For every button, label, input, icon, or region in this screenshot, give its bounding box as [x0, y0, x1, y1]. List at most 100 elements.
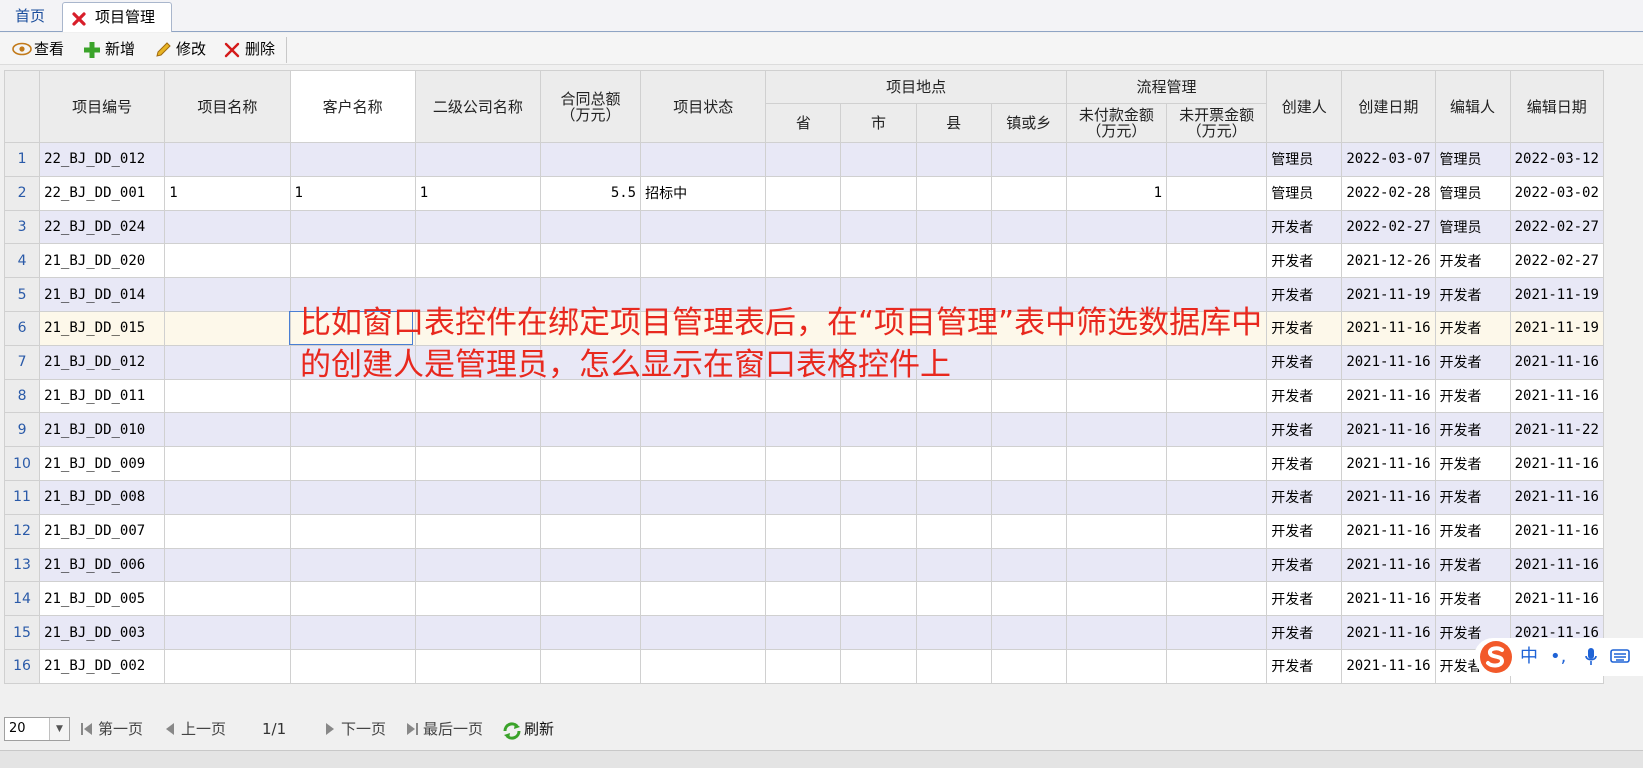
cell-editor[interactable]: 开发者: [1434, 547, 1511, 583]
cell-created-date[interactable]: 2021-11-16: [1341, 581, 1436, 617]
header-uninvoiced[interactable]: 未开票金额 （万元）: [1166, 103, 1268, 143]
cell-creator[interactable]: 开发者: [1266, 378, 1343, 414]
tab-project-management[interactable]: 项目管理: [62, 2, 172, 32]
cell-project-status[interactable]: [640, 243, 767, 279]
cell-town[interactable]: [990, 615, 1067, 650]
table-row[interactable]: 16 21_BJ_DD_002 开发者 2021-11-16 开发者: [3, 648, 1605, 684]
cell-province[interactable]: [765, 243, 842, 279]
cell-unpaid[interactable]: [1065, 412, 1168, 448]
next-page-button[interactable]: 下一页: [323, 720, 386, 738]
cell-county[interactable]: [915, 648, 992, 684]
cell-editor[interactable]: 开发者: [1434, 310, 1511, 346]
cell-province[interactable]: [765, 513, 842, 549]
cell-creator[interactable]: 管理员: [1266, 142, 1343, 177]
header-county[interactable]: 县: [915, 103, 992, 143]
cell-project-status[interactable]: [640, 209, 767, 245]
cell-town[interactable]: [990, 547, 1067, 583]
cell-uninvoiced[interactable]: [1166, 581, 1268, 617]
cell-uninvoiced[interactable]: [1166, 209, 1268, 245]
cell-project-no[interactable]: 21_BJ_DD_002: [39, 648, 166, 684]
header-project-no[interactable]: 项目编号: [39, 70, 166, 143]
header-unpaid[interactable]: 未付款金额 （万元）: [1065, 103, 1168, 143]
cell-edited-date[interactable]: 2021-11-16: [1509, 581, 1605, 617]
header-customer-name[interactable]: 客户名称: [289, 70, 416, 143]
row-number[interactable]: 14: [3, 581, 41, 617]
cell-project-status[interactable]: [640, 142, 767, 177]
cell-project-name[interactable]: [164, 479, 291, 515]
cell-sub-company[interactable]: [414, 513, 541, 549]
cell-city[interactable]: [840, 648, 917, 684]
cell-customer-name[interactable]: [289, 648, 416, 684]
cell-customer-name[interactable]: [289, 547, 416, 583]
cell-created-date[interactable]: 2022-02-28: [1341, 175, 1436, 211]
cell-province[interactable]: [765, 446, 842, 481]
cell-editor[interactable]: 开发者: [1434, 581, 1511, 617]
cell-city[interactable]: [840, 209, 917, 245]
cell-created-date[interactable]: 2022-02-27: [1341, 209, 1436, 245]
cell-contract-total[interactable]: [539, 547, 642, 583]
header-sub-company[interactable]: 二级公司名称: [414, 70, 541, 143]
cell-sub-company[interactable]: [414, 243, 541, 279]
cell-town[interactable]: [990, 412, 1067, 448]
cell-province[interactable]: [765, 648, 842, 684]
cell-edited-date[interactable]: 2021-11-16: [1509, 547, 1605, 583]
cell-uninvoiced[interactable]: [1166, 142, 1268, 177]
cell-creator[interactable]: 开发者: [1266, 310, 1343, 346]
cell-project-no[interactable]: 21_BJ_DD_011: [39, 378, 166, 414]
cell-editor[interactable]: 开发者: [1434, 277, 1511, 312]
cell-uninvoiced[interactable]: [1166, 243, 1268, 279]
cell-customer-name[interactable]: [289, 581, 416, 617]
cell-county[interactable]: [915, 175, 992, 211]
cell-town[interactable]: [990, 243, 1067, 279]
row-number[interactable]: 16: [3, 648, 41, 684]
cell-project-name[interactable]: [164, 581, 291, 617]
cell-city[interactable]: [840, 243, 917, 279]
cell-contract-total[interactable]: [539, 412, 642, 448]
cell-county[interactable]: [915, 209, 992, 245]
cell-uninvoiced[interactable]: [1166, 648, 1268, 684]
cell-contract-total[interactable]: [539, 513, 642, 549]
cell-unpaid[interactable]: [1065, 513, 1168, 549]
cell-town[interactable]: [990, 513, 1067, 549]
refresh-button[interactable]: 刷新: [502, 720, 554, 740]
cell-project-name[interactable]: [164, 412, 291, 448]
cell-contract-total[interactable]: 5.5: [539, 175, 642, 211]
cell-creator[interactable]: 开发者: [1266, 648, 1343, 684]
cell-customer-name[interactable]: [289, 209, 416, 245]
cell-edited-date[interactable]: 2022-03-12: [1509, 142, 1605, 177]
cell-sub-company[interactable]: [414, 615, 541, 650]
cell-town[interactable]: [990, 446, 1067, 481]
cell-creator[interactable]: 开发者: [1266, 513, 1343, 549]
cell-creator[interactable]: 开发者: [1266, 209, 1343, 245]
cell-project-status[interactable]: [640, 479, 767, 515]
cell-editor[interactable]: 开发者: [1434, 412, 1511, 448]
cell-unpaid[interactable]: [1065, 547, 1168, 583]
cell-created-date[interactable]: 2021-11-16: [1341, 344, 1436, 380]
cell-edited-date[interactable]: 2021-11-16: [1509, 479, 1605, 515]
cell-creator[interactable]: 开发者: [1266, 581, 1343, 617]
cell-editor[interactable]: 开发者: [1434, 378, 1511, 414]
cell-project-no[interactable]: 21_BJ_DD_015: [39, 310, 166, 346]
row-number[interactable]: 11: [3, 479, 41, 515]
header-contract-total[interactable]: 合同总额 （万元）: [539, 70, 642, 143]
cell-unpaid[interactable]: [1065, 581, 1168, 617]
cell-project-status[interactable]: [640, 412, 767, 448]
cell-county[interactable]: [915, 615, 992, 650]
cell-uninvoiced[interactable]: [1166, 615, 1268, 650]
cell-created-date[interactable]: 2021-12-26: [1341, 243, 1436, 279]
cell-province[interactable]: [765, 581, 842, 617]
row-number[interactable]: 15: [3, 615, 41, 650]
cell-contract-total[interactable]: [539, 446, 642, 481]
edit-button[interactable]: 修改: [154, 38, 206, 60]
cell-creator[interactable]: 开发者: [1266, 412, 1343, 448]
cell-edited-date[interactable]: 2021-11-16: [1509, 446, 1605, 481]
row-number[interactable]: 2: [3, 175, 41, 211]
cell-created-date[interactable]: 2021-11-16: [1341, 648, 1436, 684]
cell-project-no[interactable]: 21_BJ_DD_010: [39, 412, 166, 448]
table-row[interactable]: 15 21_BJ_DD_003 开发者 2021-11-16 开发者 2021-11-16: [3, 615, 1605, 650]
cell-sub-company[interactable]: [414, 142, 541, 177]
header-project-status[interactable]: 项目状态: [640, 70, 767, 143]
cell-city[interactable]: [840, 175, 917, 211]
row-number[interactable]: 10: [3, 446, 41, 481]
cell-customer-name[interactable]: 1: [289, 175, 416, 211]
